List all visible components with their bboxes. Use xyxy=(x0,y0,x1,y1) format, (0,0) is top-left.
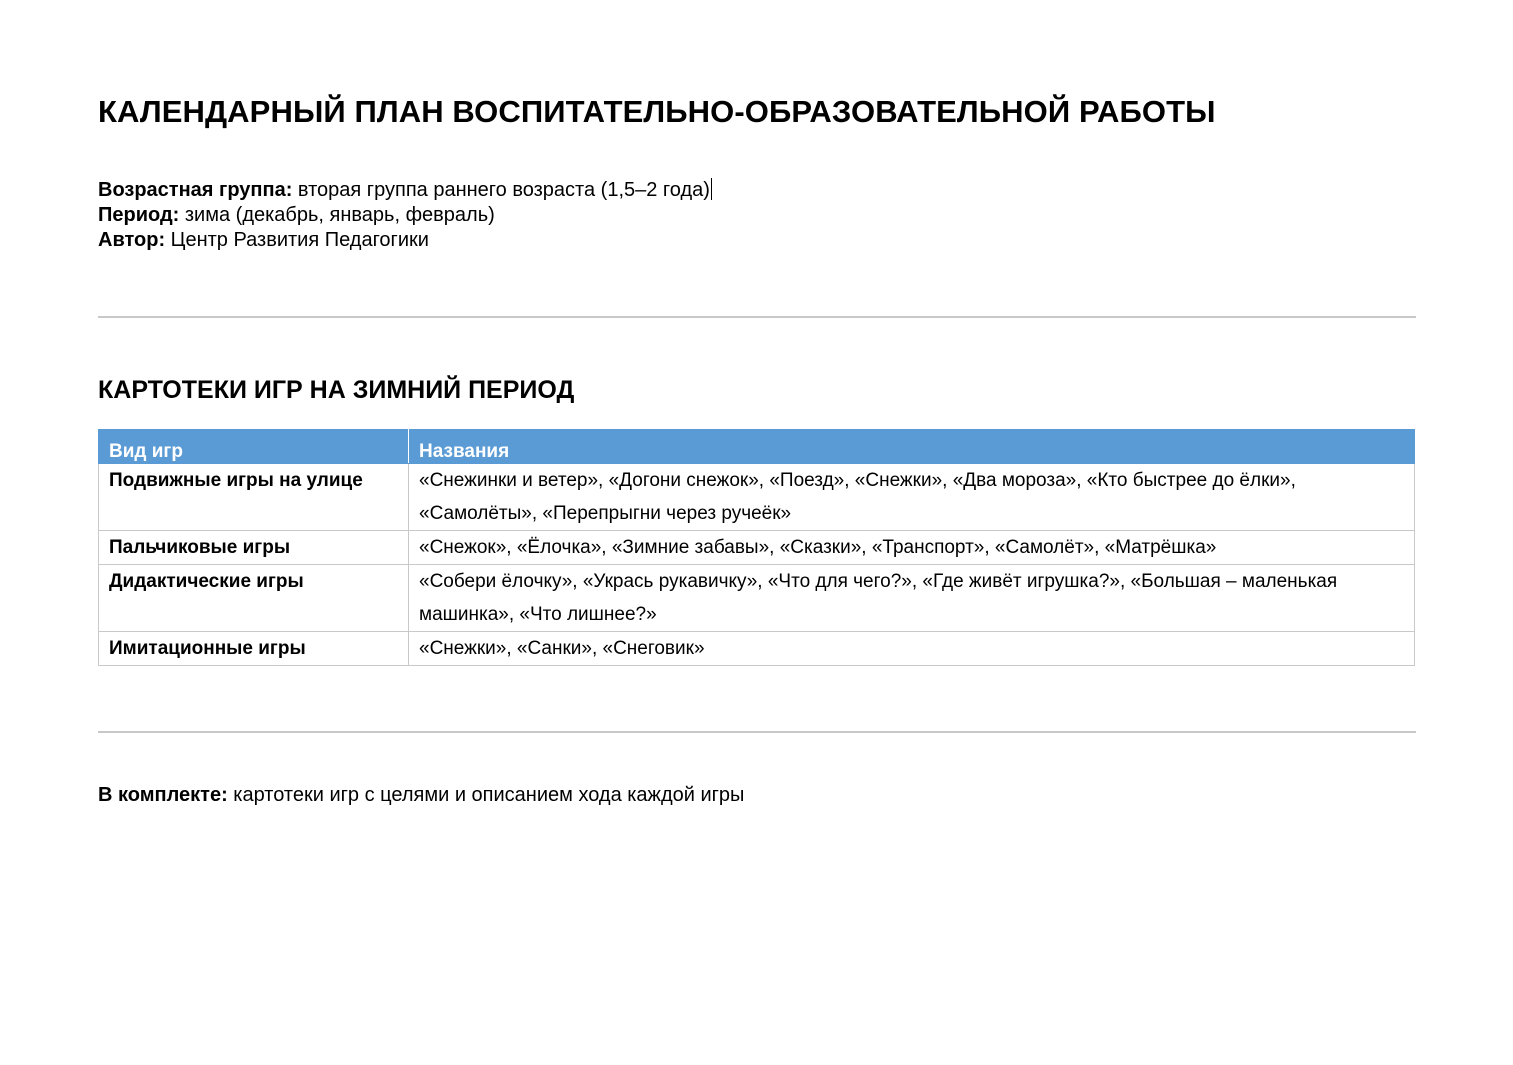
table-header-names: Названия xyxy=(408,429,1415,464)
table-cell-kind[interactable]: Имитационные игры xyxy=(98,631,409,666)
table-row: Имитационные игры «Снежки», «Санки», «Сн… xyxy=(98,631,1415,666)
footer-note: В комплекте: картотеки игр с целями и оп… xyxy=(98,783,744,808)
table-row: Подвижные игры на улице «Снежинки и вете… xyxy=(98,463,1415,531)
table-row: Пальчиковые игры «Снежок», «Ёлочка», «Зи… xyxy=(98,530,1415,565)
horizontal-divider xyxy=(98,731,1416,733)
document-title: КАЛЕНДАРНЫЙ ПЛАН ВОСПИТАТЕЛЬНО-ОБРАЗОВАТ… xyxy=(98,94,1216,129)
table-row: Дидактические игры «Собери ёлочку», «Укр… xyxy=(98,564,1415,632)
meta-period: Период: зима (декабрь, январь, февраль) xyxy=(98,203,712,228)
meta-period-label: Период: xyxy=(98,204,180,226)
table-cell-names[interactable]: «Собери ёлочку», «Укрась рукавичку», «Чт… xyxy=(408,564,1415,632)
meta-age-group-value[interactable]: вторая группа раннего возраста (1,5–2 го… xyxy=(292,179,710,201)
games-table: Вид игр Названия Подвижные игры на улице… xyxy=(98,429,1415,666)
text-caret xyxy=(710,178,712,200)
section-title: КАРТОТЕКИ ИГР НА ЗИМНИЙ ПЕРИОД xyxy=(98,376,575,404)
meta-author-label: Автор: xyxy=(98,229,166,251)
meta-author: Автор: Центр Развития Педагогики xyxy=(98,228,712,253)
table-cell-kind[interactable]: Дидактические игры xyxy=(98,564,409,632)
table-cell-kind[interactable]: Подвижные игры на улице xyxy=(98,463,409,531)
meta-age-group: Возрастная группа: вторая группа раннего… xyxy=(98,178,712,203)
meta-age-group-label: Возрастная группа: xyxy=(98,179,293,201)
table-header-kind: Вид игр xyxy=(98,429,409,464)
table-cell-kind[interactable]: Пальчиковые игры xyxy=(98,530,409,565)
meta-period-value[interactable]: зима (декабрь, январь, февраль) xyxy=(179,204,495,226)
table-cell-names[interactable]: «Снежки», «Санки», «Снеговик» xyxy=(408,631,1415,666)
table-cell-names[interactable]: «Снежинки и ветер», «Догони снежок», «По… xyxy=(408,463,1415,531)
meta-author-value[interactable]: Центр Развития Педагогики xyxy=(165,229,429,251)
footer-value[interactable]: картотеки игр с целями и описанием хода … xyxy=(228,784,744,806)
table-cell-names[interactable]: «Снежок», «Ёлочка», «Зимние забавы», «Ск… xyxy=(408,530,1415,565)
horizontal-divider xyxy=(98,316,1416,318)
document-meta: Возрастная группа: вторая группа раннего… xyxy=(98,178,712,253)
table-header-row: Вид игр Названия xyxy=(98,429,1415,464)
footer-label: В комплекте: xyxy=(98,784,228,806)
